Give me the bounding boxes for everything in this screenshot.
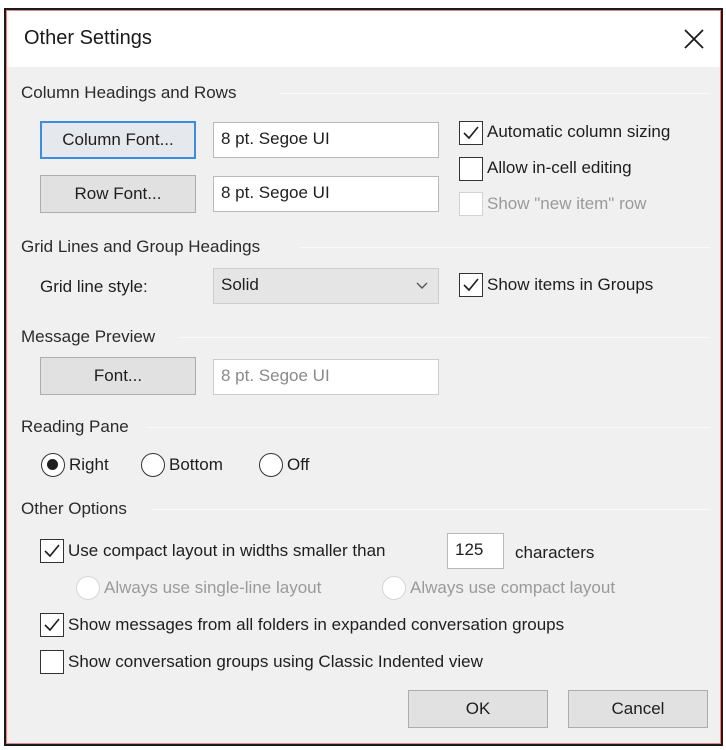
checkmark-icon bbox=[463, 126, 479, 140]
classic-indented-label: Show conversation groups using Classic I… bbox=[68, 652, 483, 671]
column-font-button[interactable]: Column Font... bbox=[40, 121, 196, 159]
reading-pane-right-radio[interactable] bbox=[41, 453, 65, 477]
compact-layout-radio[interactable] bbox=[382, 576, 406, 600]
grid-line-style-label: Grid line style: bbox=[40, 277, 148, 296]
compact-layout-checkbox[interactable] bbox=[40, 539, 64, 563]
grid-line-style-value: Solid bbox=[221, 275, 259, 294]
close-icon bbox=[684, 29, 704, 49]
ok-button[interactable]: OK bbox=[408, 690, 548, 728]
group-separator bbox=[179, 337, 710, 338]
show-items-in-groups-label: Show items in Groups bbox=[487, 275, 654, 294]
row-font-field[interactable]: 8 pt. Segoe UI bbox=[213, 176, 439, 212]
compact-layout-suffix: characters bbox=[515, 543, 595, 562]
message-preview-font-button[interactable]: Font... bbox=[40, 357, 196, 395]
allow-in-cell-editing-label: Allow in-cell editing bbox=[487, 158, 632, 177]
message-preview-font-field[interactable]: 8 pt. Segoe UI bbox=[213, 359, 439, 395]
group-label-message-preview: Message Preview bbox=[21, 327, 156, 346]
show-items-in-groups-checkbox[interactable] bbox=[459, 273, 483, 297]
compact-layout-width-field[interactable]: 125 bbox=[447, 533, 504, 569]
compact-layout-label: Use compact layout in widths smaller tha… bbox=[68, 541, 386, 560]
group-label-grid-lines: Grid Lines and Group Headings bbox=[21, 237, 261, 256]
group-separator bbox=[147, 427, 710, 428]
reading-pane-bottom-radio[interactable] bbox=[141, 453, 165, 477]
group-separator bbox=[299, 247, 710, 248]
other-settings-dialog: Other Settings Column Headings and Rows … bbox=[4, 8, 723, 746]
checkmark-icon bbox=[44, 544, 60, 558]
show-new-item-row-checkbox[interactable] bbox=[459, 192, 483, 216]
single-line-layout-radio[interactable] bbox=[76, 576, 100, 600]
classic-indented-checkbox[interactable] bbox=[40, 650, 64, 674]
checkmark-icon bbox=[44, 618, 60, 632]
automatic-column-sizing-label: Automatic column sizing bbox=[487, 122, 671, 141]
dialog-body: Other Settings Column Headings and Rows … bbox=[6, 10, 721, 744]
single-line-layout-label: Always use single-line layout bbox=[104, 578, 322, 597]
reading-pane-off-radio[interactable] bbox=[259, 453, 283, 477]
row-font-button[interactable]: Row Font... bbox=[40, 175, 196, 213]
radio-selected-dot bbox=[47, 459, 58, 470]
reading-pane-right-label: Right bbox=[69, 455, 109, 474]
title-bar: Other Settings bbox=[7, 11, 720, 67]
cancel-button[interactable]: Cancel bbox=[568, 690, 708, 728]
reading-pane-off-label: Off bbox=[287, 455, 310, 474]
dialog-title: Other Settings bbox=[24, 27, 152, 49]
group-label-column-headings: Column Headings and Rows bbox=[21, 83, 237, 102]
allow-in-cell-editing-checkbox[interactable] bbox=[459, 157, 483, 181]
grid-line-style-dropdown[interactable]: Solid bbox=[213, 268, 439, 304]
compact-layout-option-label: Always use compact layout bbox=[410, 578, 616, 597]
group-label-other-options: Other Options bbox=[21, 499, 127, 518]
automatic-column-sizing-checkbox[interactable] bbox=[459, 121, 483, 145]
chevron-down-icon bbox=[416, 282, 428, 289]
show-new-item-row-label: Show "new item" row bbox=[487, 194, 647, 213]
show-all-folders-checkbox[interactable] bbox=[40, 613, 64, 637]
close-button[interactable] bbox=[674, 19, 714, 59]
reading-pane-bottom-label: Bottom bbox=[169, 455, 223, 474]
group-separator bbox=[279, 93, 710, 94]
group-separator bbox=[151, 509, 710, 510]
show-all-folders-label: Show messages from all folders in expand… bbox=[68, 615, 565, 634]
group-label-reading-pane: Reading Pane bbox=[21, 417, 129, 436]
column-font-field[interactable]: 8 pt. Segoe UI bbox=[213, 122, 439, 158]
checkmark-icon bbox=[463, 278, 479, 292]
